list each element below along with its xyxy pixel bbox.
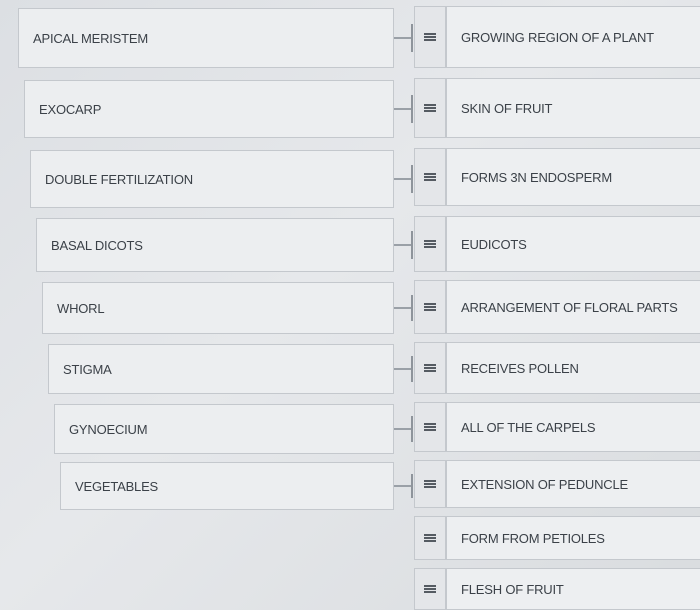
answer-label: SKIN OF FRUIT — [461, 100, 553, 116]
term-label: EXOCARP — [39, 101, 102, 117]
connector-line — [394, 368, 412, 370]
drop-slot-bar — [411, 474, 413, 498]
drag-handle[interactable] — [414, 78, 446, 138]
connector-line — [394, 428, 412, 430]
term-label: WHORL — [57, 300, 105, 316]
drop-slot-bar — [411, 95, 413, 123]
drag-handle-icon — [424, 240, 436, 248]
term-box: WHORL — [42, 282, 394, 334]
drag-handle-icon — [424, 423, 436, 431]
connector-line — [394, 108, 412, 110]
answer-tile[interactable]: SKIN OF FRUIT — [446, 78, 700, 138]
term-label: DOUBLE FERTILIZATION — [45, 171, 193, 187]
drop-slot-bar — [411, 165, 413, 193]
answer-tile[interactable]: FORMS 3N ENDOSPERM — [446, 148, 700, 206]
drop-slot-bar — [411, 295, 413, 321]
drag-handle[interactable] — [414, 516, 446, 560]
connector-line — [394, 37, 412, 39]
drag-handle[interactable] — [414, 402, 446, 452]
drag-handle[interactable] — [414, 460, 446, 508]
answer-label: FORM FROM PETIOLES — [461, 530, 605, 546]
term-box: DOUBLE FERTILIZATION — [30, 150, 394, 208]
connector-line — [394, 178, 412, 180]
answer-label: ARRANGEMENT OF FLORAL PARTS — [461, 299, 678, 315]
answer-label: EUDICOTS — [461, 236, 527, 252]
term-label: BASAL DICOTS — [51, 237, 143, 253]
drag-handle[interactable] — [414, 148, 446, 206]
answer-tile[interactable]: FLESH OF FRUIT — [446, 568, 700, 610]
answer-label: ALL OF THE CARPELS — [461, 419, 596, 435]
term-box: VEGETABLES — [60, 462, 394, 510]
term-label: VEGETABLES — [75, 478, 159, 494]
answer-label: EXTENSION OF PEDUNCLE — [461, 476, 628, 492]
answer-label: FLESH OF FRUIT — [461, 581, 564, 597]
connector-line — [394, 307, 412, 309]
answer-tile[interactable]: EUDICOTS — [446, 216, 700, 272]
term-box: STIGMA — [48, 344, 394, 394]
drop-slot-bar — [411, 24, 413, 52]
drag-handle-icon — [424, 585, 436, 593]
connector-line — [394, 244, 412, 246]
term-label: GYNOECIUM — [69, 421, 148, 437]
drag-handle[interactable] — [414, 280, 446, 334]
drag-handle-icon — [424, 33, 436, 41]
drag-handle[interactable] — [414, 6, 446, 68]
answer-tile[interactable]: ARRANGEMENT OF FLORAL PARTS — [446, 280, 700, 334]
drag-handle-icon — [424, 303, 436, 311]
term-box: GYNOECIUM — [54, 404, 394, 454]
drag-handle[interactable] — [414, 342, 446, 394]
drop-slot-bar — [411, 231, 413, 259]
matching-question: APICAL MERISTEM EXOCARP DOUBLE FERTILIZA… — [0, 0, 700, 610]
drag-handle-icon — [424, 173, 436, 181]
term-box: BASAL DICOTS — [36, 218, 394, 272]
term-label: APICAL MERISTEM — [33, 30, 148, 46]
answer-tile[interactable]: GROWING REGION OF A PLANT — [446, 6, 700, 68]
answer-label: GROWING REGION OF A PLANT — [461, 29, 654, 45]
answer-tile[interactable]: FORM FROM PETIOLES — [446, 516, 700, 560]
connector-line — [394, 485, 412, 487]
drag-handle-icon — [424, 534, 436, 542]
drag-handle-icon — [424, 480, 436, 488]
drop-slot-bar — [411, 416, 413, 442]
answer-label: RECEIVES POLLEN — [461, 360, 579, 376]
drag-handle[interactable] — [414, 216, 446, 272]
answer-tile[interactable]: EXTENSION OF PEDUNCLE — [446, 460, 700, 508]
answer-tile[interactable]: ALL OF THE CARPELS — [446, 402, 700, 452]
drop-slot-bar — [411, 356, 413, 382]
term-label: STIGMA — [63, 361, 112, 377]
term-box: APICAL MERISTEM — [18, 8, 394, 68]
drag-handle-icon — [424, 364, 436, 372]
answer-tile[interactable]: RECEIVES POLLEN — [446, 342, 700, 394]
drag-handle[interactable] — [414, 568, 446, 610]
answer-label: FORMS 3N ENDOSPERM — [461, 169, 612, 185]
drag-handle-icon — [424, 104, 436, 112]
term-box: EXOCARP — [24, 80, 394, 138]
